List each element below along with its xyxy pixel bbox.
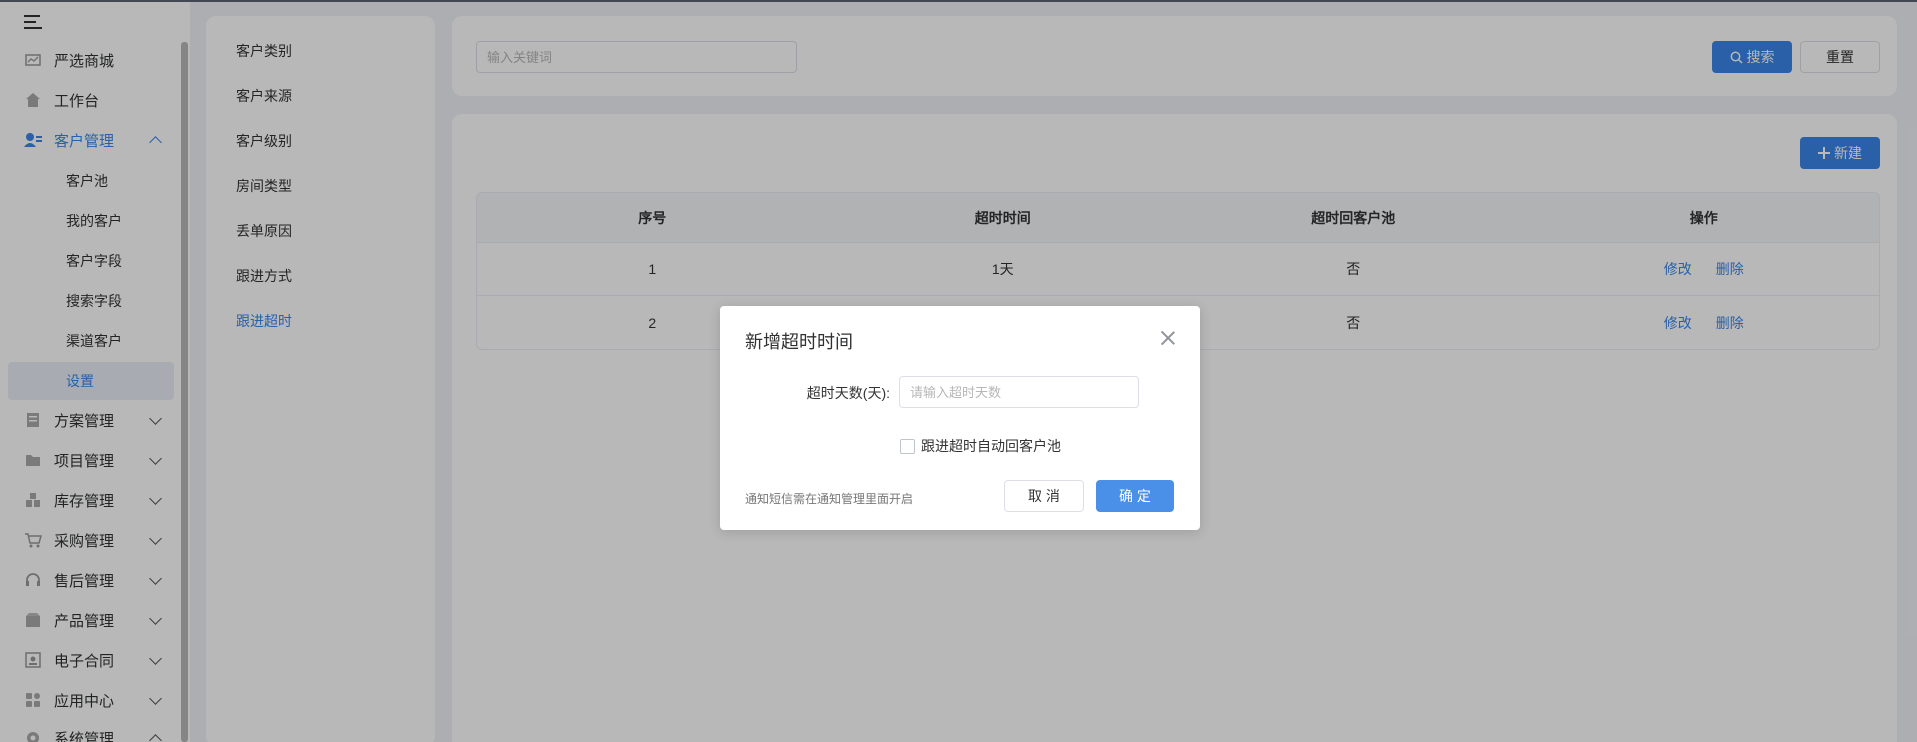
cancel-button[interactable]: 取 消 (1004, 480, 1084, 512)
dialog-note: 通知短信需在通知管理里面开启 (745, 492, 914, 506)
checkbox-label: 跟进超时自动回客户池 (921, 438, 1061, 454)
close-icon[interactable] (1160, 330, 1176, 346)
timeout-days-label: 超时天数(天): (806, 385, 890, 401)
add-timeout-dialog: 新增超时时间 超时天数(天): 跟进超时自动回客户池 通知短信需在通知管理里面开… (720, 306, 1200, 530)
confirm-button[interactable]: 确 定 (1096, 480, 1174, 512)
checkbox-box[interactable] (900, 438, 915, 454)
timeout-days-input[interactable] (899, 376, 1139, 408)
dialog-title: 新增超时时间 (745, 332, 853, 352)
auto-return-checkbox[interactable]: 跟进超时自动回客户池 (900, 436, 1061, 456)
